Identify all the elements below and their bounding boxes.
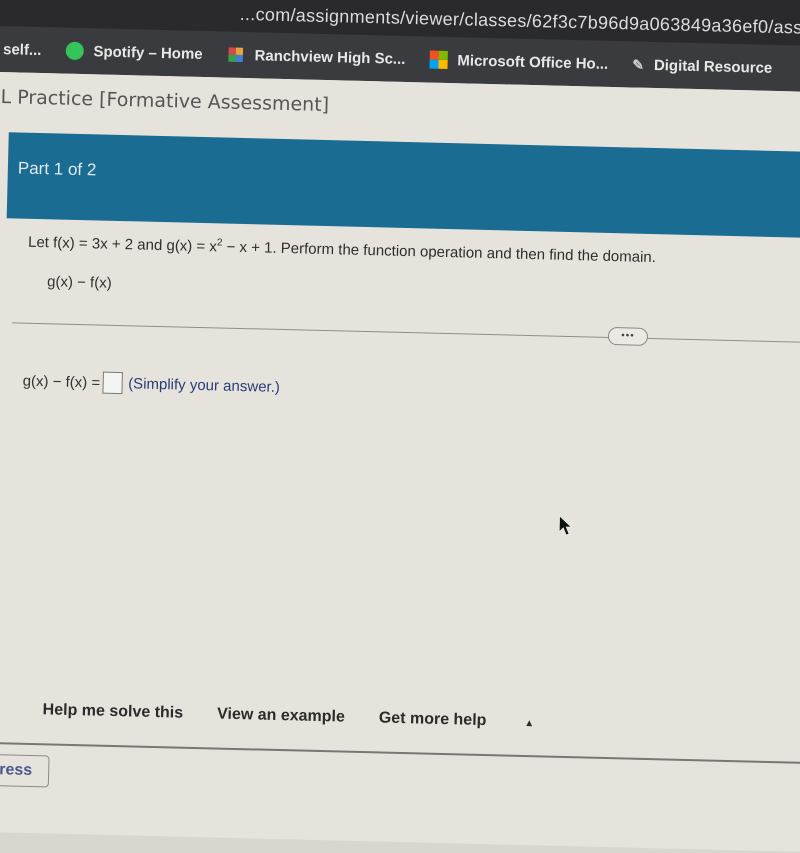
part-label: Part 1 of 2 [17, 158, 97, 180]
progress-button[interactable]: Progress [0, 752, 50, 788]
bookmark-label: Microsoft Office Ho... [457, 51, 609, 73]
question-prefix: Let f(x) = 3x + 2 and g(x) = x [27, 233, 218, 256]
answer-hint: (Simplify your answer.) [127, 374, 281, 396]
microsoft-icon [429, 50, 448, 69]
mouse-cursor-icon [558, 514, 573, 536]
operation-expression: g(x) − f(x) [46, 273, 112, 292]
help-toolbar: Help me solve this View an example Get m… [42, 701, 602, 733]
spotify-icon [65, 41, 84, 61]
footer-divider [0, 741, 800, 765]
assignment-page: AL Practice [Formative Assessment] Part … [0, 71, 800, 853]
part-banner: Part 1 of 2 [6, 132, 800, 239]
digital-resource-icon: ✎ [632, 55, 645, 73]
bookmark-ranchview[interactable]: Ranchview High Sc... [226, 46, 406, 68]
question-suffix: − x + 1. Perform the function operation … [222, 238, 657, 267]
answer-row: g(x) − f(x) = (Simplify your answer.) [22, 370, 280, 398]
help-me-solve-button[interactable]: Help me solve this [42, 701, 183, 722]
assignment-title: AL Practice [Formative Assessment] [0, 85, 330, 117]
bookmark-self[interactable]: nt self... [0, 40, 42, 58]
bookmark-spotify[interactable]: Spotify – Home [65, 41, 203, 63]
get-more-help-button[interactable]: Get more help ▲ [379, 709, 569, 732]
screen: ...com/assignments/viewer/classes/62f3c7… [0, 0, 800, 853]
question-text: Let f(x) = 3x + 2 and g(x) = x2 − x + 1.… [28, 233, 656, 266]
answer-input[interactable] [101, 371, 123, 395]
caret-up-icon: ▲ [524, 718, 535, 730]
view-example-button[interactable]: View an example [217, 706, 345, 727]
answer-label: g(x) − f(x) = [22, 372, 101, 392]
bookmark-label: Ranchview High Sc... [254, 46, 406, 68]
bookmark-digital-resource[interactable]: ✎ Digital Resource [632, 56, 772, 76]
divider [12, 322, 800, 344]
bookmark-label: Digital Resource [653, 56, 773, 77]
get-more-help-label: Get more help [378, 709, 487, 730]
bookmark-label: Spotify – Home [93, 42, 203, 63]
bookmark-microsoft[interactable]: Microsoft Office Ho... [429, 50, 609, 73]
more-options-button[interactable]: ••• [607, 326, 649, 346]
ranchview-icon [228, 47, 243, 63]
bookmark-label: nt self... [0, 40, 42, 59]
